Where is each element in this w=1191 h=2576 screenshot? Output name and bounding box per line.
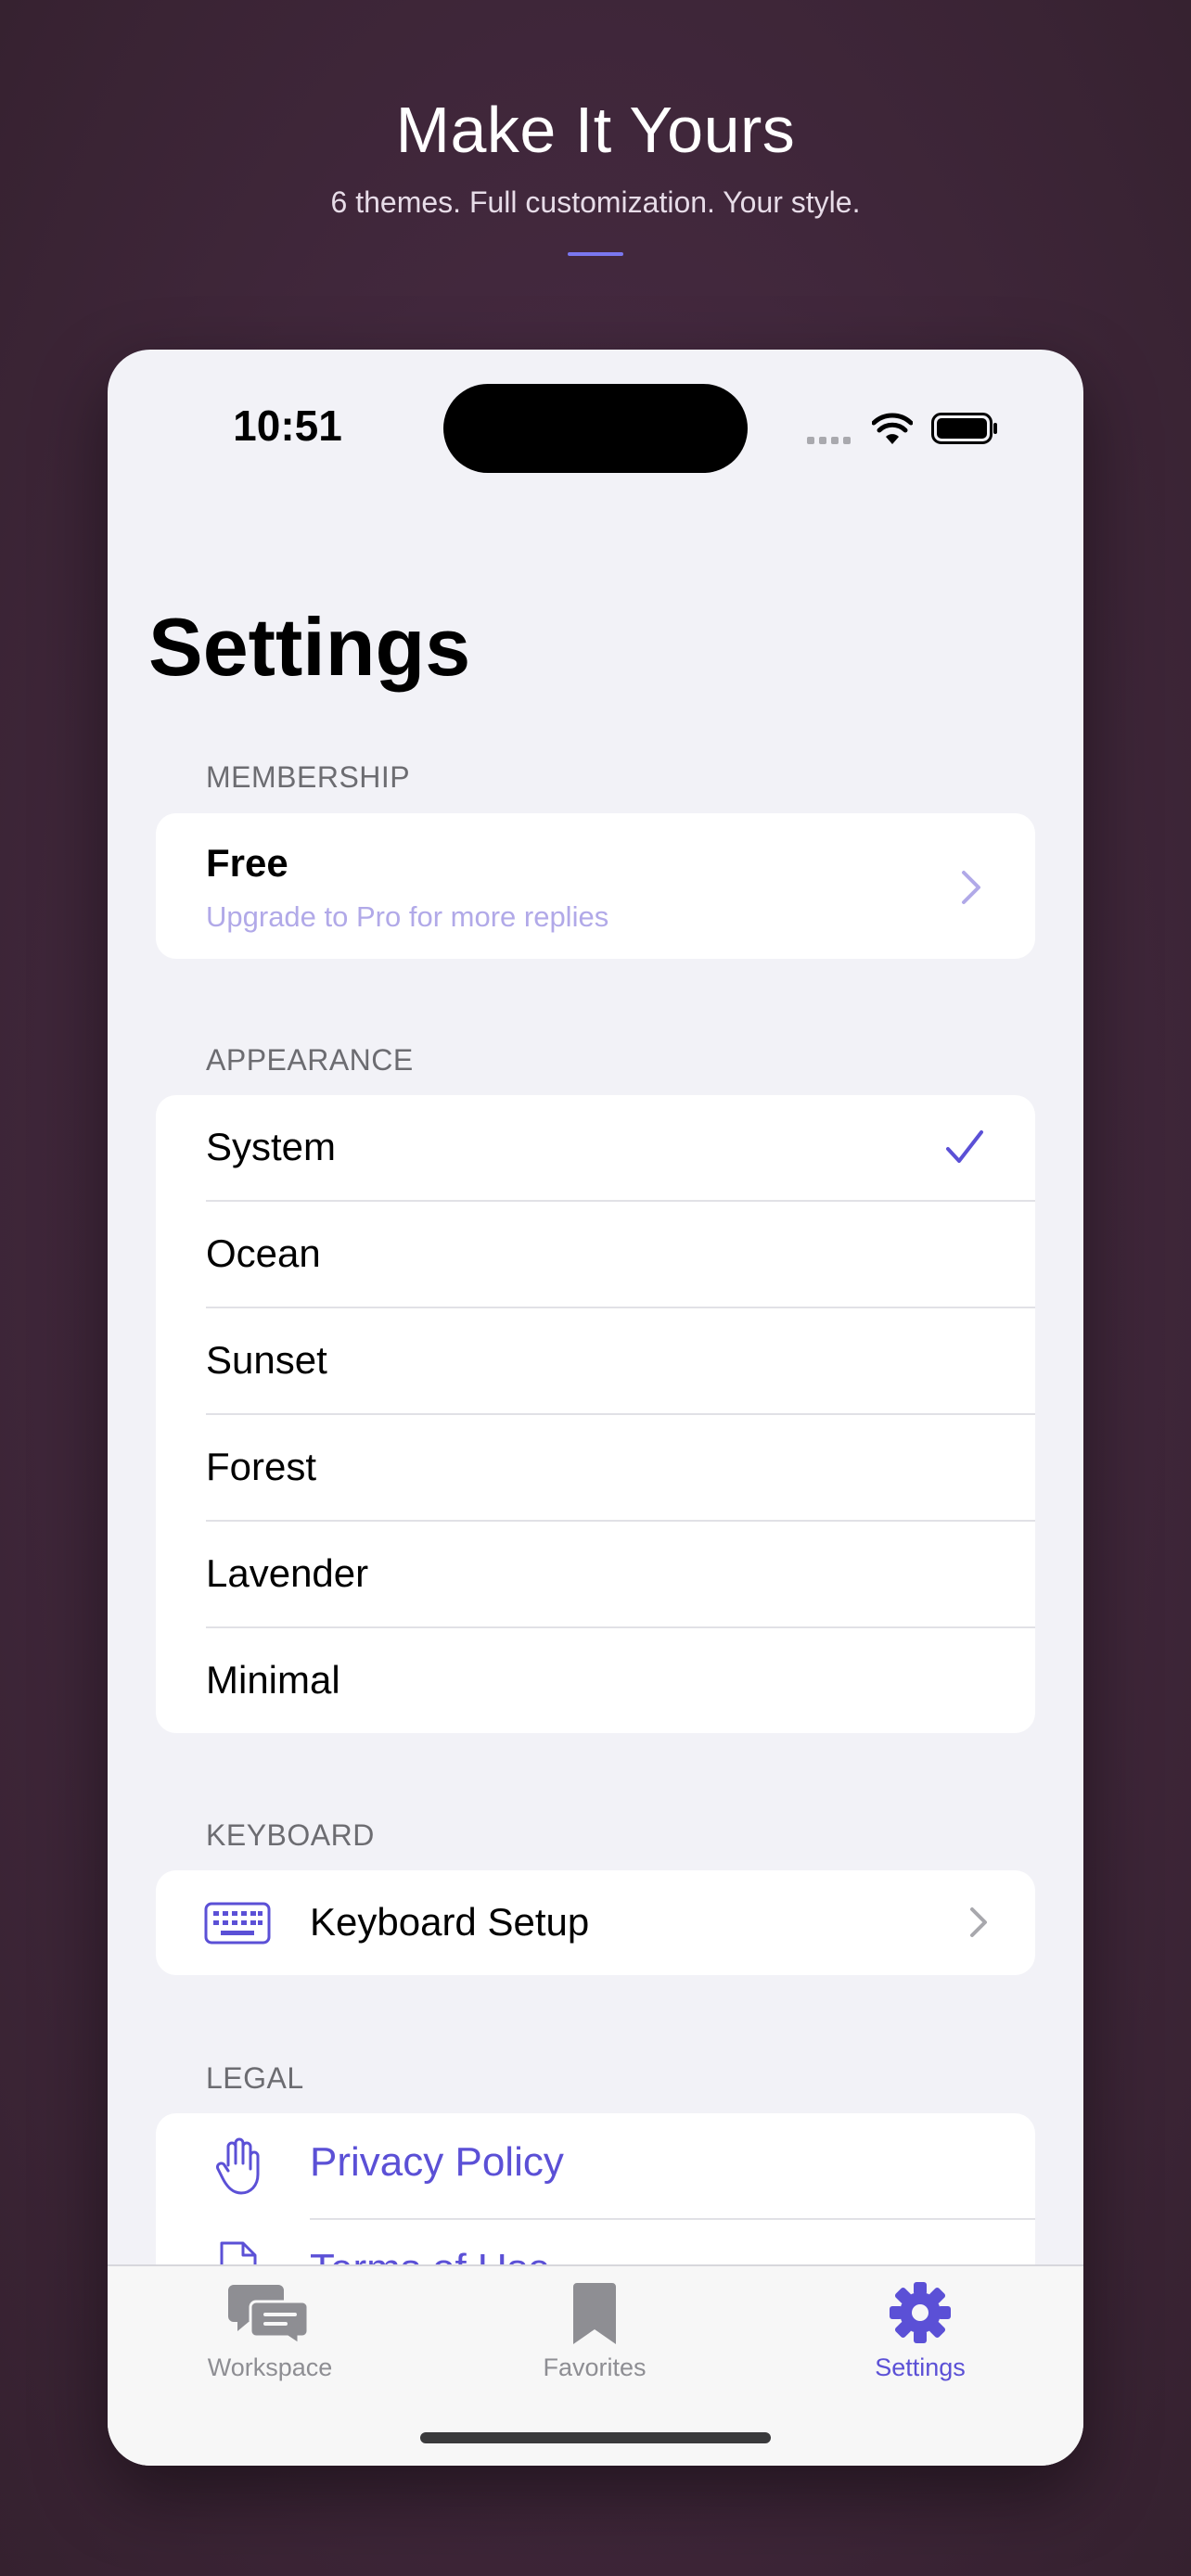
theme-option-lavender[interactable]: Lavender: [156, 1522, 1035, 1628]
theme-label: Forest: [206, 1445, 317, 1488]
legal-section-header: LEGAL: [206, 2061, 304, 2095]
theme-label: Sunset: [206, 1338, 327, 1382]
battery-icon: [931, 413, 997, 444]
page-title: Settings: [148, 601, 471, 693]
theme-label: System: [206, 1125, 337, 1168]
bookmark-icon: [573, 2283, 616, 2344]
tab-favorites[interactable]: Favorites: [483, 2281, 706, 2382]
theme-option-forest[interactable]: Forest: [156, 1415, 1035, 1522]
promo-title: Make It Yours: [395, 94, 796, 166]
home-indicator: [420, 2432, 771, 2443]
theme-option-ocean[interactable]: Ocean: [156, 1202, 1035, 1308]
promo-subtitle: 6 themes. Full customization. Your style…: [330, 185, 861, 219]
appearance-section-header: APPEARANCE: [206, 1043, 414, 1077]
keyboard-icon: [204, 1902, 271, 1945]
tab-label: Settings: [875, 2353, 966, 2381]
privacy-policy-row[interactable]: Privacy Policy: [156, 2113, 1035, 2220]
tab-workspace[interactable]: Workspace: [159, 2281, 381, 2382]
cellular-signal-icon: [807, 437, 851, 444]
theme-option-minimal[interactable]: Minimal: [156, 1628, 1035, 1733]
status-time: 10:51: [233, 402, 342, 450]
theme-option-system[interactable]: System: [156, 1095, 1035, 1202]
membership-plan: Free: [206, 841, 288, 885]
theme-label: Ocean: [206, 1231, 321, 1275]
membership-section-header: MEMBERSHIP: [206, 760, 411, 794]
theme-label: Lavender: [206, 1551, 369, 1595]
tab-label: Workspace: [207, 2353, 333, 2381]
checkmark-icon: [946, 1130, 983, 1163]
chevron-right-icon: [970, 1907, 987, 1937]
membership-row[interactable]: Free Upgrade to Pro for more replies: [156, 813, 1035, 959]
gear-icon: [890, 2282, 951, 2343]
tab-label: Favorites: [543, 2353, 647, 2381]
hand-raised-icon: [216, 2137, 260, 2195]
chevron-right-icon: [962, 871, 980, 904]
phone-screen: 10:51 Settings MEMBERSHIP Free Upgrade t…: [108, 350, 1083, 2466]
keyboard-setup-row[interactable]: Keyboard Setup: [156, 1870, 1035, 1975]
appearance-list: System Ocean Sunset Forest Lavender Mini…: [156, 1095, 1035, 1733]
tab-settings[interactable]: Settings: [809, 2281, 1031, 2382]
keyboard-setup-label: Keyboard Setup: [310, 1900, 590, 1944]
membership-upgrade-text: Upgrade to Pro for more replies: [206, 900, 609, 933]
theme-label: Minimal: [206, 1658, 340, 1702]
privacy-policy-link[interactable]: Privacy Policy: [310, 2139, 564, 2186]
chat-bubbles-icon: [228, 2285, 310, 2346]
keyboard-section-header: KEYBOARD: [206, 1818, 375, 1852]
theme-option-sunset[interactable]: Sunset: [156, 1308, 1035, 1415]
promo-divider: [568, 252, 623, 256]
dynamic-island: [443, 384, 748, 473]
wifi-icon: [872, 413, 913, 444]
